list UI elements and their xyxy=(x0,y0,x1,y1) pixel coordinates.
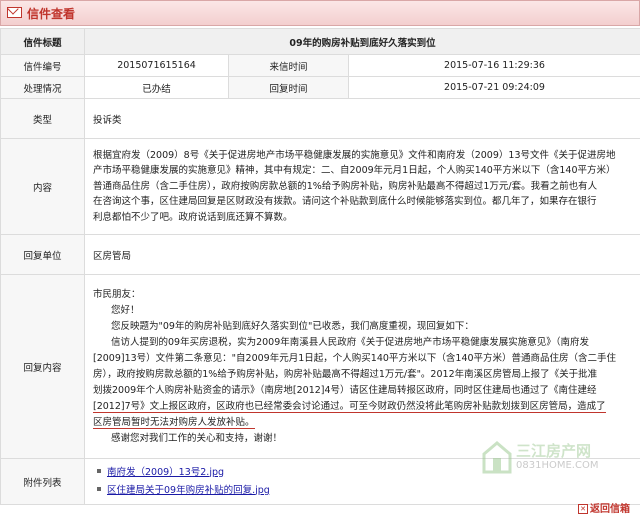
reply-line: 划拨2009年个人购房补贴资金的请示》（南房地[2012]4号）请区住建局转报区… xyxy=(93,384,597,396)
reply-line: 市民朋友： xyxy=(93,288,141,300)
back-to-mailbox-button[interactable]: ✕ 返回信箱 xyxy=(578,500,630,515)
bullet-icon xyxy=(97,469,101,473)
status-label: 处理情况 xyxy=(0,76,85,99)
letter-table: 信件标题 09年的购房补贴到底好久落实到位 信件编号 2015071615164… xyxy=(0,28,640,505)
highlighted-reply-line: [2012]7号》文上报区政府，区政府也已经常委会讨论通过。可至今财政仍然没将此… xyxy=(93,400,606,413)
reply-line: 您好！ xyxy=(111,304,140,316)
code-row: 信件编号 2015071615164 来信时间 2015-07-16 11:29… xyxy=(0,54,640,77)
letter-code: 2015071615164 xyxy=(84,54,229,77)
arrive-time: 2015-07-16 11:29:36 xyxy=(347,54,640,77)
content-line: 根据宜府发（2009）8号《关于促进房地产市场平稳健康发展的实施意见》文件和南府… xyxy=(93,149,616,161)
reply-unit-row: 回复单位 区房管局 xyxy=(0,234,640,275)
content-line: 产市场平稳健康发展的实施意见》精神，其中有规定：二、自2009年元月1日起，个人… xyxy=(93,165,616,177)
reply-time: 2015-07-21 09:24:09 xyxy=(347,76,640,99)
reply-line: [2009]13号）文件第二条意见："自2009年元月1日起，个人购买140平方… xyxy=(93,352,617,364)
arrive-label: 来信时间 xyxy=(228,54,349,77)
letter-content: 根据宜府发（2009）8号《关于促进房地产市场平稳健康发展的实施意见》文件和南府… xyxy=(83,138,640,235)
highlighted-reply-line: 区房管局暂时无法对购房人发放补贴。 xyxy=(93,416,255,429)
footer: ✕ 返回信箱 xyxy=(0,497,640,517)
reply-line: 您反映题为"09年的购房补贴到底好久落实到位"已收悉，我们高度重视，现回复如下： xyxy=(111,320,474,332)
type-value: 投诉类 xyxy=(83,98,640,139)
watermark-name: 三江房产网 xyxy=(516,442,592,460)
type-label: 类型 xyxy=(0,98,85,139)
reply-unit-value: 区房管局 xyxy=(83,234,640,275)
content-line: 在咨询这个事，区住建局回复是区财政没有拨款。请问这个补贴款到底什么时候能够落实到… xyxy=(93,196,597,208)
content-line: 利息都怕不少了吧。政府说话到底还算不算数。 xyxy=(93,211,293,223)
watermark: 三江房产网 0831HOME.COM xyxy=(482,438,632,482)
page-title: 信件查看 xyxy=(27,7,76,21)
reply-content-label: 回复内容 xyxy=(0,274,85,459)
content-label: 内容 xyxy=(0,138,85,235)
type-row: 类型 投诉类 xyxy=(0,98,640,139)
mail-icon xyxy=(7,7,22,18)
content-row: 内容 根据宜府发（2009）8号《关于促进房地产市场平稳健康发展的实施意见》文件… xyxy=(0,138,640,235)
reply-unit-label: 回复单位 xyxy=(0,234,85,275)
status-row: 处理情况 已办结 回复时间 2015-07-21 09:24:09 xyxy=(0,76,640,99)
reply-time-label: 回复时间 xyxy=(228,76,349,99)
reply-line: 信访人提到的09年买房退税，实为2009年南溪县人民政府《关于促进房地产市场平稳… xyxy=(111,336,590,348)
back-label: 返回信箱 xyxy=(590,504,630,515)
reply-line: [2012]7号》文上报区政府，区政府也已经常委会讨论通过。可至今财政仍然没将此… xyxy=(93,399,632,415)
house-logo-icon xyxy=(482,441,512,474)
letter-title: 09年的购房补贴到底好久落实到位 xyxy=(83,28,640,55)
reply-content: 市民朋友： 您好！ 您反映题为"09年的购房补贴到底好久落实到位"已收悉，我们高… xyxy=(83,274,640,459)
title-label: 信件标题 xyxy=(0,28,85,55)
reply-line: 房），政府按购房款总额的1%给予购房补贴，购房补贴最高不得超过1万元/套"。20… xyxy=(93,368,598,380)
page-header: 信件查看 xyxy=(0,0,640,26)
attachment-link[interactable]: 区住建局关于09年购房补贴的回复.jpg xyxy=(107,485,270,496)
attachment-link[interactable]: 南府发（2009）13号2.jpg xyxy=(107,467,224,478)
close-square-icon: ✕ xyxy=(578,504,588,514)
status-value: 已办结 xyxy=(84,76,229,99)
code-label: 信件编号 xyxy=(0,54,85,77)
bullet-icon xyxy=(97,487,101,491)
content-line: 普通商品住房（含二手住房），政府按购房款总额的1%给予购房补贴，购房补贴最高不得… xyxy=(93,180,598,192)
reply-content-row: 回复内容 市民朋友： 您好！ 您反映题为"09年的购房补贴到底好久落实到位"已收… xyxy=(0,274,640,459)
reply-line: 区房管局暂时无法对购房人发放补贴。 xyxy=(93,415,632,431)
title-row: 信件标题 09年的购房补贴到底好久落实到位 xyxy=(0,28,640,55)
watermark-site: 0831HOME.COM xyxy=(516,460,599,471)
